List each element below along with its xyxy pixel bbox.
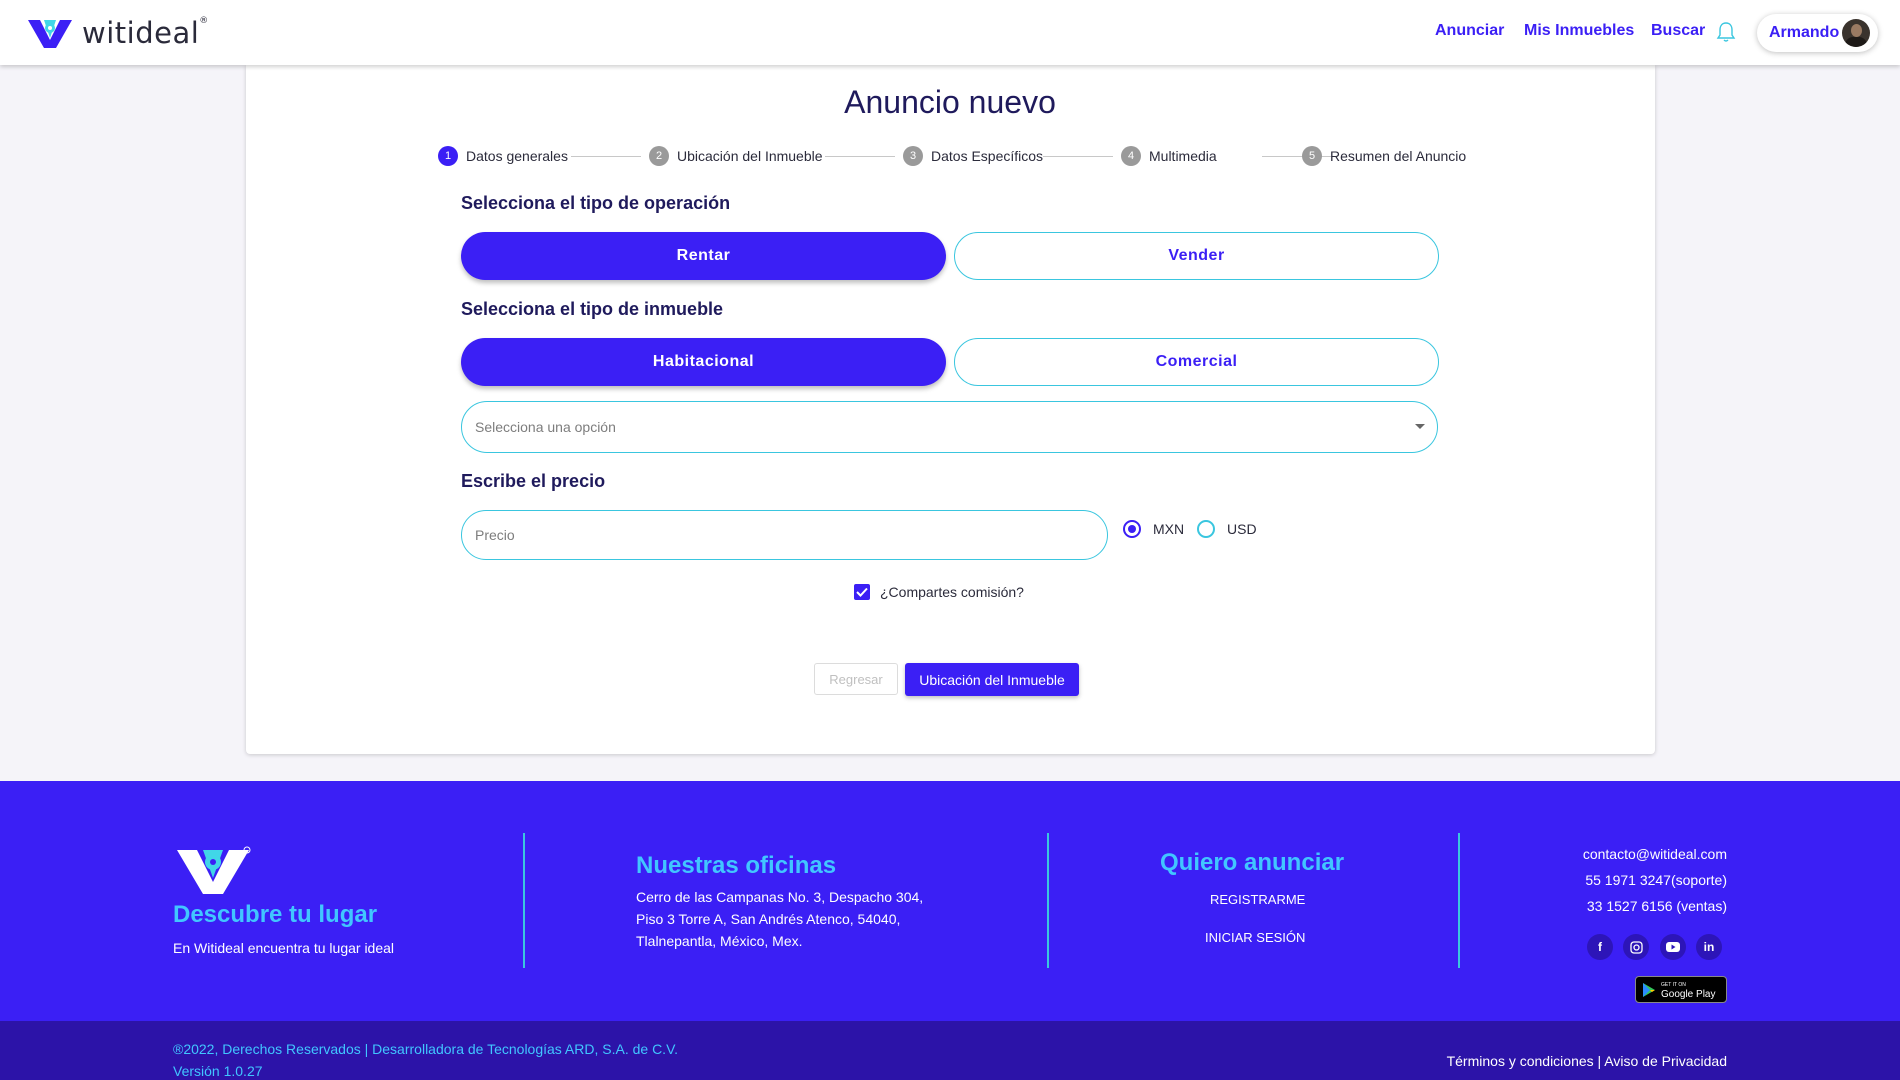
step-label: Ubicación del Inmueble xyxy=(677,148,823,164)
property-type-label: Selecciona el tipo de inmueble xyxy=(461,299,724,319)
office-address-line: Cerro de las Campanas No. 3, Despacho 30… xyxy=(636,889,924,905)
play-store-icon xyxy=(1643,982,1655,997)
version-text: Versión 1.0.27 xyxy=(173,1063,263,1079)
logo-wordmark: witideal® xyxy=(82,16,209,50)
step-number: 2 xyxy=(649,146,669,166)
price-label: Escribe el precio xyxy=(461,471,606,491)
step-ubicacion: 2 Ubicación del Inmueble xyxy=(649,146,823,166)
step-label: Datos generales xyxy=(466,148,568,164)
checkmark-icon xyxy=(856,587,868,597)
next-step-button[interactable]: Ubicación del Inmueble xyxy=(905,663,1079,696)
footer-divider xyxy=(523,833,525,968)
user-menu-button[interactable]: Armando xyxy=(1757,14,1878,52)
radio-unchecked-icon xyxy=(1197,520,1215,538)
facebook-icon[interactable]: f xyxy=(1587,934,1613,960)
comercial-button[interactable]: Comercial xyxy=(954,338,1439,386)
back-button[interactable]: Regresar xyxy=(814,663,898,695)
commission-label: ¿Compartes comisión? xyxy=(880,584,1024,600)
advertise-heading: Quiero anunciar xyxy=(1160,849,1345,876)
footer-logo-icon xyxy=(177,846,251,894)
notifications-bell-icon[interactable] xyxy=(1716,21,1736,43)
step-datos-especificos: 3 Datos Específicos xyxy=(903,146,1043,166)
step-datos-generales: 1 Datos generales xyxy=(438,146,568,166)
step-label: Resumen del Anuncio xyxy=(1330,148,1467,164)
copyright-text: ®2022, Derechos Reservados | Desarrollad… xyxy=(173,1041,679,1057)
nav-buscar[interactable]: Buscar xyxy=(1651,22,1705,40)
footer-divider xyxy=(1047,833,1049,968)
dropdown-caret-icon xyxy=(1415,424,1425,429)
commission-checkbox-row: ¿Compartes comisión? xyxy=(854,584,1024,600)
step-label: Multimedia xyxy=(1149,148,1217,164)
nav-anunciar[interactable]: Anunciar xyxy=(1435,22,1504,40)
footer-brand-heading: Descubre tu lugar xyxy=(173,901,378,928)
footer-brand-text: En Witideal encuentra tu lugar ideal xyxy=(173,940,395,956)
step-multimedia: 4 Multimedia xyxy=(1121,146,1217,166)
office-address-line: Tlalnepantla, México, Mex. xyxy=(636,933,803,949)
user-name: Armando xyxy=(1769,24,1840,41)
price-input[interactable]: Precio xyxy=(461,510,1108,560)
avatar xyxy=(1842,19,1870,47)
google-play-label: GET IT ON Google Play xyxy=(1661,981,1716,1000)
step-label: Datos Específicos xyxy=(931,148,1044,164)
step-connector xyxy=(571,156,641,157)
step-number: 1 xyxy=(438,146,458,166)
stepper: 1 Datos generales 2 Ubicación del Inmueb… xyxy=(0,146,1900,168)
contact-email[interactable]: contacto@witideal.com xyxy=(1571,843,1727,865)
login-link[interactable]: INICIAR SESIÓN xyxy=(1205,930,1305,945)
linkedin-icon[interactable]: in xyxy=(1696,934,1722,960)
select-placeholder: Selecciona una opción xyxy=(475,419,616,435)
nav-mis-inmuebles[interactable]: Mis Inmuebles xyxy=(1524,22,1634,40)
step-number: 3 xyxy=(903,146,923,166)
brand-logo[interactable]: witideal® xyxy=(26,16,209,50)
top-header: witideal® Anunciar Mis Inmuebles Buscar … xyxy=(0,0,1900,65)
page-title: Anuncio nuevo xyxy=(844,84,1056,120)
register-link[interactable]: REGISTRARME xyxy=(1210,892,1305,907)
property-subtype-select[interactable]: Selecciona una opción xyxy=(461,401,1438,453)
google-play-badge[interactable]: GET IT ON Google Play xyxy=(1635,976,1727,1003)
currency-mxn-radio[interactable]: MXN xyxy=(1123,520,1184,538)
step-resumen: 5 Resumen del Anuncio xyxy=(1302,146,1466,166)
operation-type-label: Selecciona el tipo de operación xyxy=(461,193,731,213)
instagram-icon[interactable] xyxy=(1623,934,1649,960)
radio-checked-icon xyxy=(1123,520,1141,538)
offices-heading: Nuestras oficinas xyxy=(636,852,837,879)
logo-mark-icon xyxy=(28,20,72,48)
price-placeholder: Precio xyxy=(475,527,515,543)
currency-usd-radio[interactable]: USD xyxy=(1197,520,1257,538)
contact-phone-sales: 33 1527 6156 (ventas) xyxy=(1586,898,1727,914)
legal-links[interactable]: Términos y condiciones | Aviso de Privac… xyxy=(1400,1050,1727,1072)
radio-label: USD xyxy=(1227,521,1257,537)
step-connector xyxy=(825,156,895,157)
radio-label: MXN xyxy=(1153,521,1185,537)
youtube-icon[interactable] xyxy=(1660,934,1686,960)
contact-phone-support: 55 1971 3247(soporte) xyxy=(1585,872,1727,888)
office-address-line: Piso 3 Torre A, San Andrés Atenco, 54040… xyxy=(636,911,901,927)
commission-checkbox[interactable] xyxy=(854,584,870,600)
footer-divider xyxy=(1458,833,1460,968)
habitacional-button[interactable]: Habitacional xyxy=(461,338,946,386)
vender-button[interactable]: Vender xyxy=(954,232,1439,280)
rentar-button[interactable]: Rentar xyxy=(461,232,946,280)
step-connector xyxy=(1043,156,1113,157)
step-number: 5 xyxy=(1302,146,1322,166)
step-number: 4 xyxy=(1121,146,1141,166)
